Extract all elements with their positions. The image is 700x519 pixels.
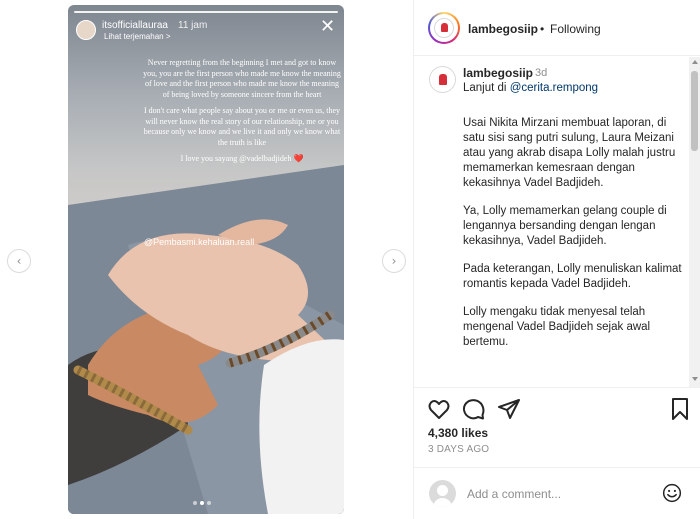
- caption-username[interactable]: lambegosiip: [463, 66, 533, 80]
- post-details-pane: lambegosiip • Following lambegosiip 3d L…: [413, 0, 700, 519]
- watermark-mention: @Pembasmi.kehaluan.reall: [144, 237, 255, 247]
- scrollbar-thumb[interactable]: [691, 71, 698, 151]
- chevron-right-icon: ›: [391, 254, 397, 268]
- carousel-dot: [193, 501, 197, 505]
- close-icon[interactable]: ✕: [320, 18, 338, 36]
- hands-illustration: [68, 165, 344, 514]
- story-image: itsofficiallauraa 11 jam Lihat terjemaha…: [68, 5, 344, 514]
- carousel-dot: [207, 501, 211, 505]
- story-username[interactable]: itsofficiallauraa: [102, 20, 168, 31]
- carousel-dots: [193, 501, 211, 505]
- paper-plane-icon[interactable]: [497, 397, 521, 421]
- scroll-up-arrow[interactable]: [692, 60, 698, 64]
- add-comment-bar: [414, 467, 700, 519]
- caption-text: Lanjut di @cerita.rempong Usai Nikita Mi…: [463, 81, 688, 363]
- account-name[interactable]: lambegosiip: [468, 22, 538, 36]
- caption-paragraph: Usai Nikita Mirzani membuat laporan, di …: [463, 117, 676, 189]
- heart-emoji: ❤️: [293, 154, 304, 163]
- user-avatar: [429, 480, 456, 507]
- carousel-dot-active: [200, 501, 204, 505]
- next-post-button[interactable]: ›: [382, 249, 406, 273]
- caption-time: 3d: [535, 67, 548, 79]
- smiley-icon[interactable]: [662, 483, 682, 503]
- post-caption-area: lambegosiip 3d Lanjut di @cerita.rempong…: [414, 57, 700, 387]
- lead-prefix: Lanjut di: [463, 82, 510, 94]
- caption-paragraph-3: I love you sayang @vadelbadjideh ❤️: [142, 154, 342, 165]
- comment-icon[interactable]: [462, 397, 486, 421]
- chevron-left-icon: ‹: [16, 254, 22, 268]
- story-time: 11 jam: [178, 20, 208, 31]
- caption-paragraph: Ya, Lolly memamerkan gelang couple di le…: [463, 205, 667, 247]
- bookmark-icon[interactable]: [668, 397, 692, 421]
- likes-count[interactable]: 4,380 likes: [428, 426, 488, 440]
- white-sleeve: [259, 339, 344, 514]
- account-avatar[interactable]: [428, 12, 460, 44]
- action-bar: 4,380 likes 3 DAYS AGO: [414, 387, 700, 467]
- caption-lead: Lanjut di @cerita.rempong: [463, 81, 688, 96]
- story-progress-bar: [74, 11, 338, 13]
- following-button[interactable]: Following: [550, 22, 601, 36]
- post-age: 3 DAYS AGO: [428, 444, 490, 455]
- header-separator: •: [540, 22, 545, 36]
- caption-paragraph-2: I don't care what people say about you o…: [143, 106, 341, 147]
- caption-paragraph: Pada keterangan, Lolly menuliskan kalima…: [463, 263, 682, 290]
- scrollbar[interactable]: [689, 57, 700, 387]
- previous-post-button[interactable]: ‹: [7, 249, 31, 273]
- avatar-logo: [434, 18, 454, 38]
- caption-paragraph-1: Never regretting from the beginning I me…: [143, 58, 341, 99]
- caption-paragraph: Lolly mengaku tidak menyesal telah menge…: [463, 306, 651, 348]
- story-caption: Never regretting from the beginning I me…: [142, 58, 342, 171]
- post-header: lambegosiip • Following: [414, 0, 700, 56]
- caption-avatar[interactable]: [429, 66, 456, 93]
- story-avatar[interactable]: [76, 20, 96, 40]
- avatar-inner: [430, 14, 458, 42]
- caption-love-text: I love you sayang @vadelbadjideh: [180, 154, 292, 163]
- scroll-down-arrow[interactable]: [692, 377, 698, 381]
- heart-icon[interactable]: [427, 397, 451, 421]
- comment-input[interactable]: [467, 486, 647, 502]
- translate-link[interactable]: Lihat terjemahan >: [104, 32, 171, 41]
- media-pane: ‹ itsofficiallauraa 11 jam Lihat terjema…: [0, 0, 413, 519]
- mention-link[interactable]: @cerita.rempong: [510, 82, 598, 94]
